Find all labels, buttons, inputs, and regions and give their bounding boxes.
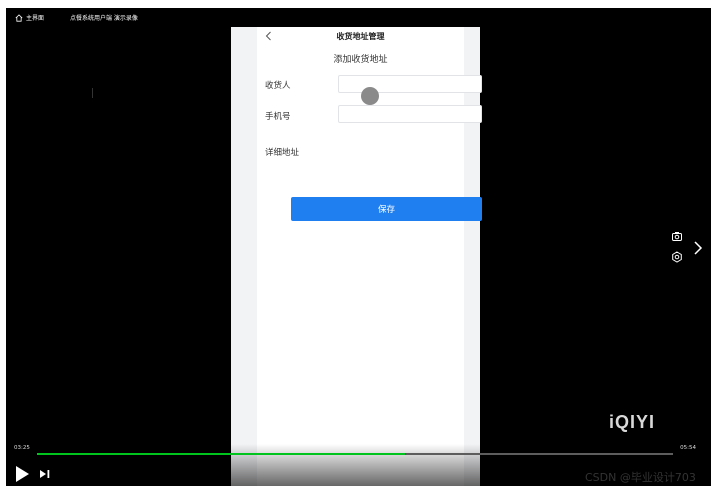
settings-icon[interactable] (671, 251, 683, 263)
side-tools (671, 230, 683, 263)
next-track-icon[interactable] (39, 469, 51, 479)
phone-header: 收货地址管理 (257, 27, 464, 46)
touch-indicator (361, 87, 379, 105)
home-button[interactable]: 主界面 (15, 13, 44, 22)
progress-fill (37, 453, 405, 455)
csdn-watermark: CSDN @毕业设计703 (585, 471, 696, 484)
receiver-label: 收货人 (265, 81, 291, 91)
save-button[interactable]: 保存 (291, 197, 482, 221)
phone-input[interactable] (338, 105, 482, 123)
play-icon[interactable] (14, 465, 30, 483)
progress-bar[interactable] (37, 453, 673, 455)
phone-label: 手机号 (265, 112, 291, 122)
back-chevron-icon[interactable] (263, 30, 275, 42)
receiver-input[interactable] (338, 75, 482, 93)
camera-icon[interactable] (671, 230, 683, 242)
video-player: 主界面 点餐系统用户端 演示录像 收货地址管理 添加收货地址 收货人 手机号 详… (6, 8, 711, 486)
address-label: 详细地址 (265, 148, 300, 158)
page-title: 收货地址管理 (336, 32, 385, 41)
home-label: 主界面 (26, 15, 45, 22)
next-chevron-icon[interactable] (692, 239, 704, 257)
total-time: 05:54 (680, 445, 696, 451)
home-icon (15, 13, 23, 22)
text-cursor (92, 88, 93, 98)
video-title: 点餐系统用户端 演示录像 (70, 15, 138, 22)
current-time: 03:25 (14, 445, 30, 451)
player-top-bar: 主界面 点餐系统用户端 演示录像 (6, 8, 711, 27)
page-subtitle: 添加收货地址 (333, 55, 388, 65)
iqiyi-logo: iQIYI (609, 412, 656, 432)
phone-screen: 收货地址管理 添加收货地址 收货人 手机号 详细地址 保存 (231, 27, 482, 486)
